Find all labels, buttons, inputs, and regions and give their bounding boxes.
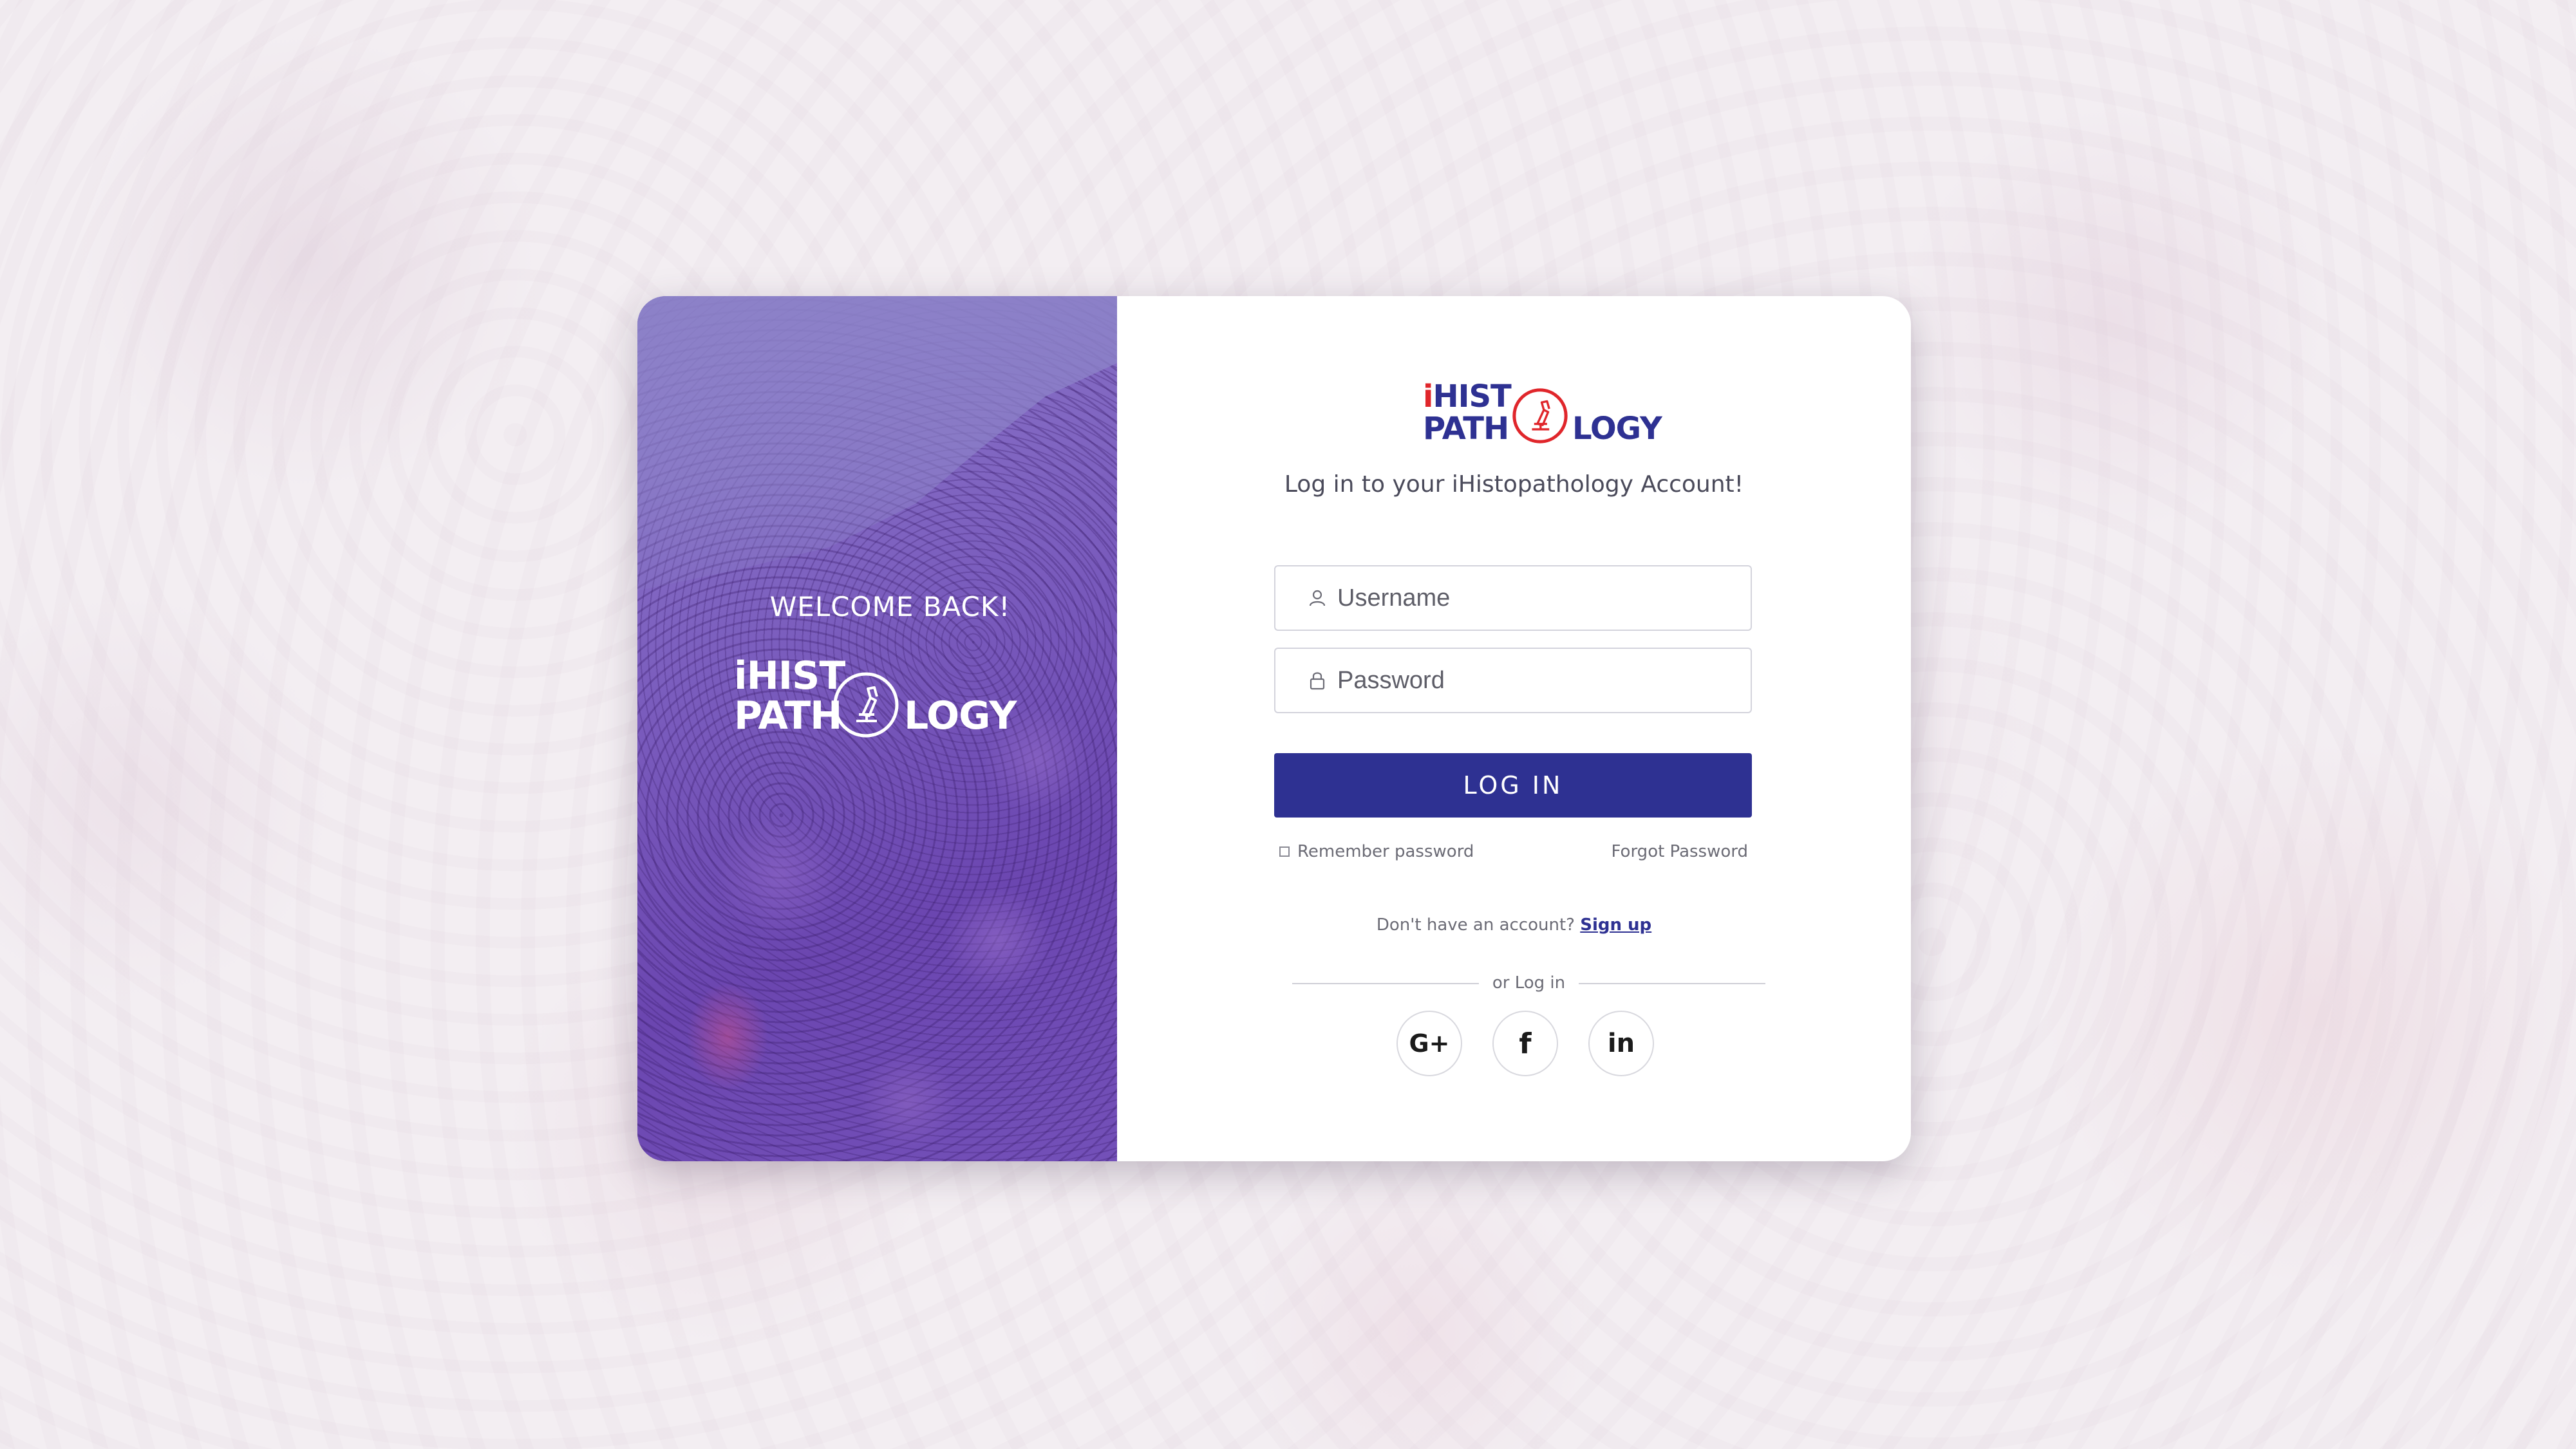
signup-link[interactable]: Sign up — [1580, 915, 1651, 935]
logo-line-2-right: LOGY — [904, 693, 1017, 738]
remember-password[interactable]: Remember password — [1279, 842, 1474, 861]
social-divider: or Log in — [1292, 973, 1765, 993]
logo-line-2-left: PATH — [734, 693, 842, 738]
facebook-icon: f — [1519, 1027, 1532, 1060]
facebook-button[interactable]: f — [1492, 1011, 1558, 1076]
username-field[interactable]: Username — [1274, 565, 1752, 631]
logo-line-1-rest: HIST — [1433, 379, 1511, 415]
image-overlay — [637, 296, 1117, 591]
user-icon — [1308, 588, 1327, 608]
password-placeholder: Password — [1337, 666, 1445, 694]
remember-label: Remember password — [1297, 842, 1474, 861]
login-form-panel: iHIST PATH LOGY Log in to your iHistopat… — [1117, 296, 1911, 1161]
left-image-panel: WELCOME BACK! iHIST PATH LOGY — [637, 296, 1117, 1161]
linkedin-button[interactable]: in — [1588, 1011, 1654, 1076]
no-account-text: Don't have an account? — [1376, 915, 1575, 935]
logo-line-1: iHIST — [1423, 379, 1512, 415]
google-plus-icon: G+ — [1409, 1029, 1450, 1058]
login-card: WELCOME BACK! iHIST PATH LOGY iHIST PATH… — [637, 296, 1911, 1161]
google-plus-button[interactable]: G+ — [1396, 1011, 1462, 1076]
login-button[interactable]: LOG IN — [1274, 753, 1752, 818]
logo-line-2-right: LOGY — [1572, 411, 1662, 447]
remember-checkbox[interactable] — [1279, 846, 1290, 857]
username-placeholder: Username — [1337, 584, 1451, 612]
login-options: Remember password Forgot Password — [1274, 842, 1752, 865]
signup-prompt: Don't have an account? Sign up — [1117, 915, 1911, 935]
forgot-password-link[interactable]: Forgot Password — [1612, 842, 1748, 861]
microscope-logo-icon — [1512, 388, 1568, 444]
microscope-logo-icon — [833, 672, 899, 738]
logo-line-2-left: PATH — [1423, 411, 1509, 447]
divider-line-right — [1579, 983, 1765, 984]
logo-line-1: iHIST — [734, 653, 845, 698]
brand-logo: iHIST PATH LOGY — [1423, 381, 1668, 452]
password-field[interactable]: Password — [1274, 648, 1752, 713]
brand-logo-white: iHIST PATH LOGY — [734, 657, 1030, 753]
lock-icon — [1308, 671, 1327, 690]
linkedin-icon: in — [1607, 1029, 1635, 1058]
login-subtitle: Log in to your iHistopathology Account! — [1284, 471, 1744, 498]
welcome-heading: WELCOME BACK! — [769, 591, 1011, 622]
